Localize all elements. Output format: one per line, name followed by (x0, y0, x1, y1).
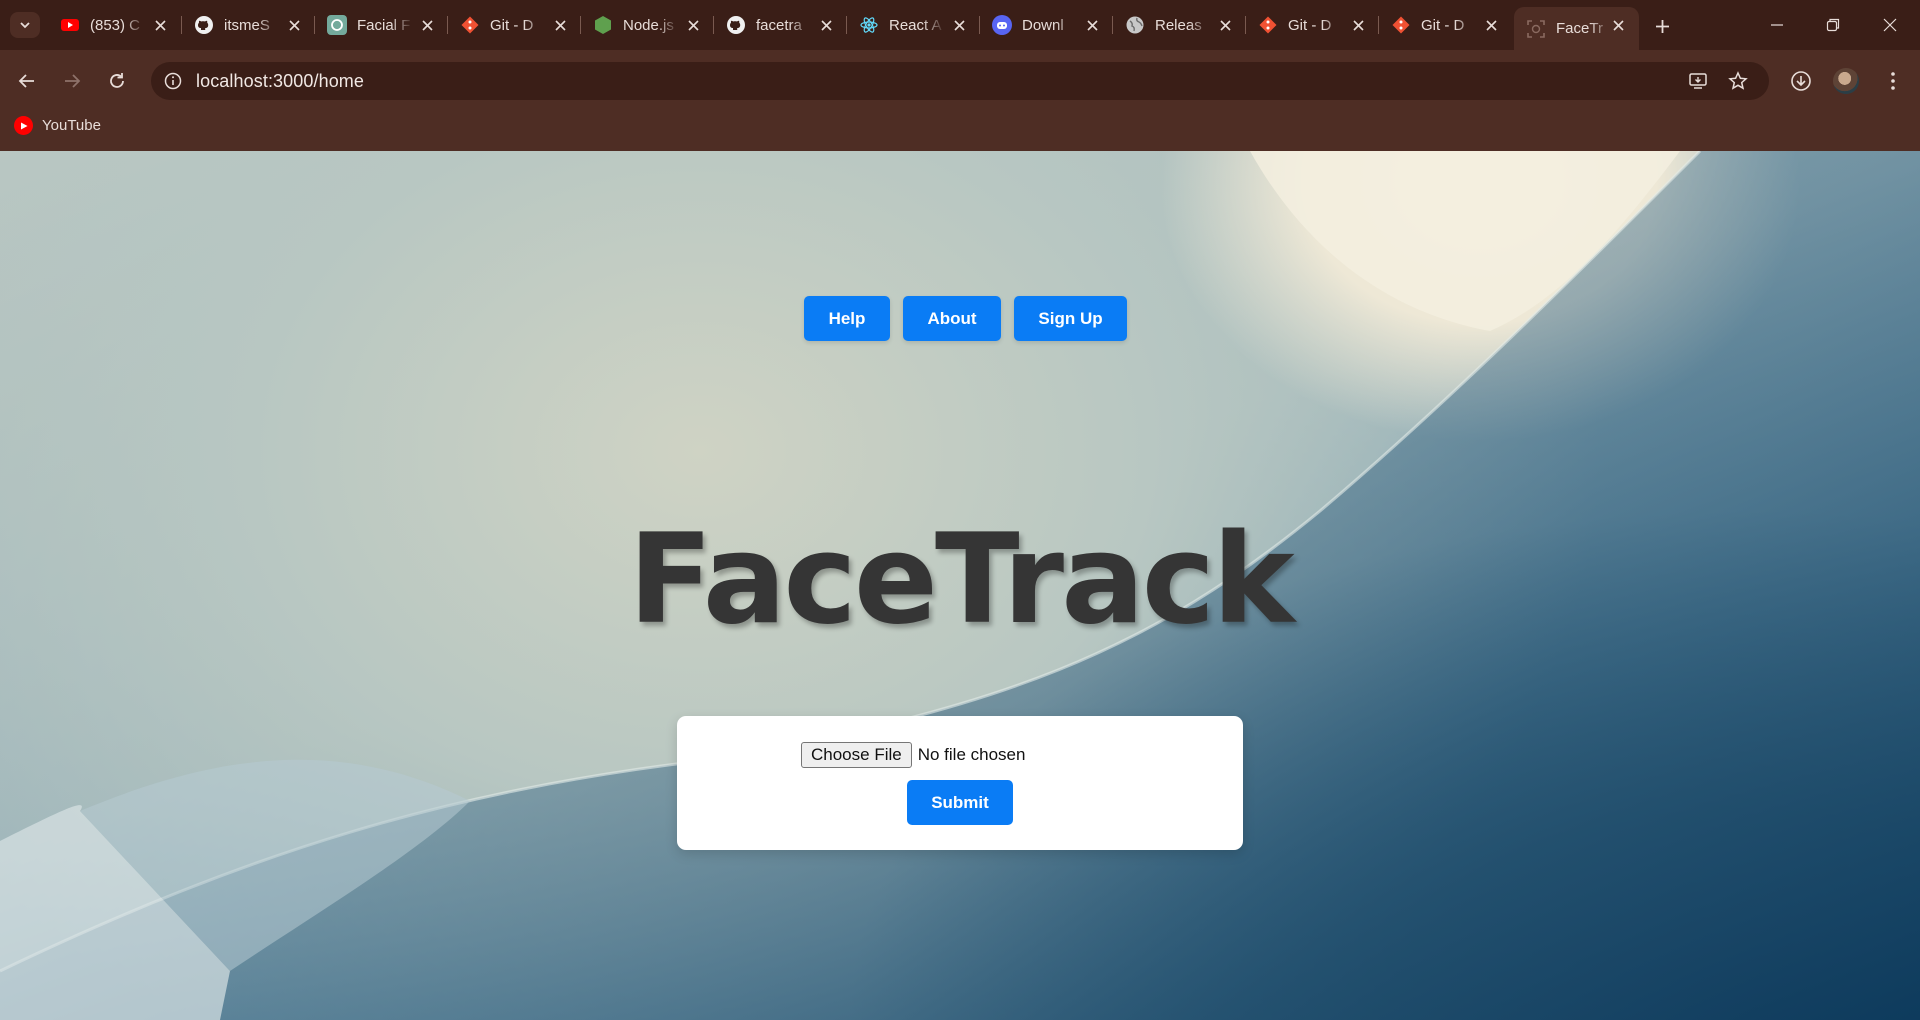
minimize-button[interactable] (1749, 0, 1805, 50)
page-title: FaceTrack (628, 508, 1294, 652)
upload-card: Choose File No file chosen Submit (677, 716, 1243, 850)
tab-title: Git - D (1421, 16, 1465, 34)
more-vertical-icon (1891, 72, 1895, 90)
file-input[interactable]: Choose File No file chosen (801, 742, 1025, 768)
close-window-button[interactable] (1862, 0, 1918, 50)
profile-button[interactable] (1829, 64, 1863, 98)
facetrack-icon (1526, 19, 1546, 39)
youtube-icon (60, 15, 80, 35)
close-icon[interactable] (684, 16, 702, 34)
tab-git-docs-3[interactable]: Git - D (1379, 7, 1512, 43)
arrow-left-icon (18, 74, 34, 88)
tab-discord[interactable]: Downl (980, 7, 1113, 43)
discord-icon (992, 15, 1012, 35)
tab-youtube[interactable]: (853) C (48, 7, 181, 43)
tab-git-docs-2[interactable]: Git - D (1246, 7, 1379, 43)
file-status-text: No file chosen (917, 745, 1026, 764)
tab-title: FaceTr (1556, 20, 1603, 37)
close-icon[interactable] (551, 16, 569, 34)
close-icon[interactable] (817, 16, 835, 34)
git-icon (1258, 15, 1278, 35)
download-icon (1791, 71, 1811, 91)
close-icon[interactable] (1216, 16, 1234, 34)
help-button[interactable]: Help (804, 296, 890, 341)
react-icon (859, 15, 879, 35)
tab-search-button[interactable] (10, 12, 40, 38)
tab-facetrack-active[interactable]: FaceTr (1514, 7, 1639, 50)
address-bar[interactable]: localhost:3000/home (151, 62, 1769, 100)
page-viewport: Help About Sign Up FaceTrack Choose File… (0, 151, 1920, 1020)
avatar (1833, 68, 1859, 94)
close-icon[interactable] (151, 16, 169, 34)
tab-title: React A (889, 16, 942, 34)
restore-button[interactable] (1805, 0, 1861, 50)
tab-react[interactable]: React A (847, 7, 980, 43)
bookmark-youtube[interactable]: YouTube (14, 116, 101, 135)
tab-title: facetra (756, 16, 802, 34)
git-icon (460, 15, 480, 35)
globe-icon (1125, 15, 1145, 35)
chatgpt-icon (327, 15, 347, 35)
close-icon[interactable] (418, 16, 436, 34)
tab-strip: (853) C itsmeS Facial F Git - D Node.js … (0, 0, 1920, 50)
reload-icon (110, 73, 124, 88)
tab-title: Downl (1022, 16, 1064, 34)
tab-title: Git - D (490, 16, 534, 34)
about-button[interactable]: About (903, 296, 1001, 341)
submit-button[interactable]: Submit (907, 780, 1013, 825)
back-button[interactable] (10, 64, 44, 98)
tab-title: (853) C (90, 16, 141, 34)
close-icon[interactable] (950, 16, 968, 34)
close-icon[interactable] (285, 16, 303, 34)
github-icon (726, 15, 746, 35)
youtube-icon (14, 116, 33, 135)
tab-github-facetrack[interactable]: facetra (714, 7, 847, 43)
nodejs-icon (593, 15, 613, 35)
tab-title: Git - D (1288, 16, 1332, 34)
close-icon[interactable] (1083, 16, 1101, 34)
minimize-icon (1771, 24, 1783, 26)
browser-toolbar: localhost:3000/home YouTube (0, 50, 1920, 158)
tab-releases[interactable]: Releas (1113, 7, 1246, 43)
restore-icon (1826, 18, 1840, 32)
reload-button[interactable] (100, 64, 134, 98)
bookmark-star-icon[interactable] (1723, 67, 1753, 95)
git-icon (1391, 15, 1411, 35)
close-icon[interactable] (1482, 16, 1500, 34)
forward-button[interactable] (55, 64, 89, 98)
site-info-icon[interactable] (159, 67, 187, 95)
choose-file-button[interactable]: Choose File (801, 742, 912, 768)
close-icon[interactable] (1349, 16, 1367, 34)
close-icon[interactable] (1609, 16, 1627, 34)
tab-nodejs[interactable]: Node.js (581, 7, 714, 43)
new-tab-button[interactable] (1648, 12, 1676, 40)
tab-github-itsmes[interactable]: itsmeS (182, 7, 315, 43)
tab-title: Node.js (623, 16, 674, 34)
downloads-button[interactable] (1784, 64, 1818, 98)
tab-title: Releas (1155, 16, 1202, 34)
tab-chatgpt[interactable]: Facial F (315, 7, 448, 43)
chevron-down-icon (20, 22, 30, 29)
url-text[interactable]: localhost:3000/home (196, 71, 364, 92)
menu-button[interactable] (1876, 64, 1910, 98)
install-app-icon[interactable] (1683, 67, 1713, 95)
close-icon (1883, 18, 1897, 32)
signup-button[interactable]: Sign Up (1014, 296, 1127, 341)
plus-icon (1655, 19, 1669, 33)
arrow-right-icon (65, 74, 81, 88)
top-nav: Help About Sign Up (804, 296, 1127, 341)
tab-title: Facial F (357, 16, 411, 34)
github-icon (194, 15, 214, 35)
tab-title: itsmeS (224, 16, 270, 34)
tab-git-docs-1[interactable]: Git - D (448, 7, 581, 43)
bookmark-label: YouTube (42, 117, 101, 134)
